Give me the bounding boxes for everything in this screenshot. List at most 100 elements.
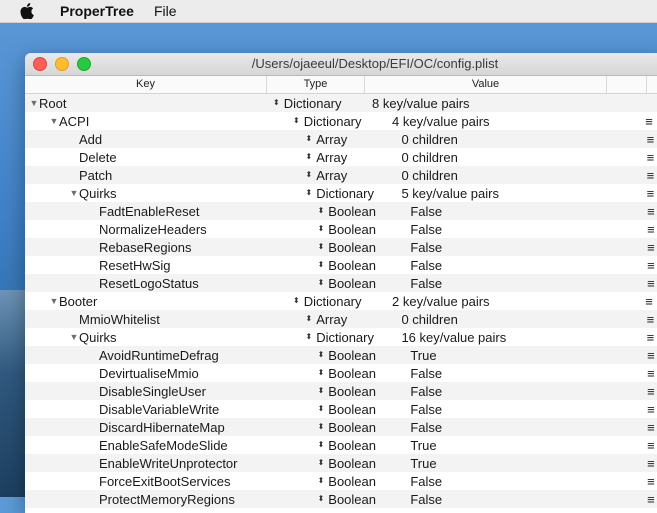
type-popup-arrows-icon[interactable]: ⬍: [318, 405, 325, 413]
type-popup-arrows-icon[interactable]: ⬍: [318, 441, 325, 449]
type-popup-arrows-icon[interactable]: ⬍: [305, 135, 312, 143]
type-cell[interactable]: ⬍ Boolean: [316, 204, 408, 219]
disclosure-triangle-icon[interactable]: ▼: [49, 116, 59, 126]
key-label[interactable]: EnableSafeModeSlide: [99, 438, 228, 453]
tree-row[interactable]: ▼ Quirks ⬍ Dictionary 5 key/value pairs ≡: [25, 184, 657, 202]
key-label[interactable]: Patch: [79, 168, 112, 183]
type-cell[interactable]: ⬍ Boolean: [316, 276, 408, 291]
tree-row[interactable]: ProtectMemoryRegions ⬍ Boolean False ≡: [25, 490, 657, 508]
value-cell[interactable]: 2 key/value pairs: [389, 294, 634, 309]
key-label[interactable]: NormalizeHeaders: [99, 222, 207, 237]
type-popup-arrows-icon[interactable]: ⬍: [318, 279, 325, 287]
type-cell[interactable]: ⬍ Boolean: [316, 222, 408, 237]
row-menu-icon[interactable]: ≡: [637, 492, 657, 507]
tree-row[interactable]: ▼ ACPI ⬍ Dictionary 4 key/value pairs ≡: [25, 112, 657, 130]
disclosure-triangle-icon[interactable]: ▼: [69, 332, 79, 342]
value-cell[interactable]: True: [407, 456, 637, 471]
value-cell[interactable]: False: [407, 276, 637, 291]
key-label[interactable]: DisableSingleUser: [99, 384, 206, 399]
value-cell[interactable]: 4 key/value pairs: [389, 114, 634, 129]
row-menu-icon[interactable]: ≡: [636, 168, 657, 183]
value-cell[interactable]: False: [407, 474, 637, 489]
key-label[interactable]: ResetHwSig: [99, 258, 171, 273]
value-cell[interactable]: True: [407, 348, 637, 363]
type-cell[interactable]: ⬍ Boolean: [316, 492, 408, 507]
type-popup-arrows-icon[interactable]: ⬍: [318, 477, 325, 485]
type-cell[interactable]: ⬍ Array: [303, 132, 398, 147]
row-menu-icon[interactable]: ≡: [636, 150, 657, 165]
row-menu-icon[interactable]: ≡: [634, 294, 657, 309]
tree-row[interactable]: DevirtualiseMmio ⬍ Boolean False ≡: [25, 364, 657, 382]
value-cell[interactable]: 5 key/value pairs: [398, 186, 635, 201]
value-cell[interactable]: 0 children: [398, 132, 635, 147]
key-label[interactable]: ACPI: [59, 114, 89, 129]
key-label[interactable]: RebaseRegions: [99, 240, 192, 255]
tree-row[interactable]: MmioWhitelist ⬍ Array 0 children ≡: [25, 310, 657, 328]
value-cell[interactable]: 16 key/value pairs: [398, 330, 635, 345]
type-popup-arrows-icon[interactable]: ⬍: [318, 495, 325, 503]
tree-row[interactable]: EnableWriteUnprotector ⬍ Boolean True ≡: [25, 454, 657, 472]
type-cell[interactable]: ⬍ Boolean: [316, 456, 408, 471]
type-popup-arrows-icon[interactable]: ⬍: [305, 189, 312, 197]
type-column-header[interactable]: Type: [267, 76, 365, 93]
value-cell[interactable]: 8 key/value pairs: [369, 96, 614, 111]
row-menu-icon[interactable]: ≡: [637, 222, 657, 237]
type-popup-arrows-icon[interactable]: ⬍: [318, 225, 325, 233]
key-label[interactable]: Quirks: [79, 186, 117, 201]
type-popup-arrows-icon[interactable]: ⬍: [305, 315, 312, 323]
key-label[interactable]: EnableWriteUnprotector: [99, 456, 238, 471]
row-menu-icon[interactable]: ≡: [637, 366, 657, 381]
type-cell[interactable]: ⬍ Dictionary: [291, 114, 389, 129]
type-cell[interactable]: ⬍ Array: [303, 150, 398, 165]
type-popup-arrows-icon[interactable]: ⬍: [318, 261, 325, 269]
disclosure-triangle-icon[interactable]: ▼: [69, 188, 79, 198]
tree-row[interactable]: ▼ Quirks ⬍ Dictionary 16 key/value pairs ≡: [25, 328, 657, 346]
type-cell[interactable]: ⬍ Array: [303, 312, 398, 327]
key-label[interactable]: Quirks: [79, 330, 117, 345]
tree-row[interactable]: ResetHwSig ⬍ Boolean False ≡: [25, 256, 657, 274]
type-cell[interactable]: ⬍ Array: [303, 168, 398, 183]
type-popup-arrows-icon[interactable]: ⬍: [318, 459, 325, 467]
apple-icon[interactable]: [20, 3, 34, 19]
value-cell[interactable]: False: [407, 492, 637, 507]
type-cell[interactable]: ⬍ Boolean: [316, 258, 408, 273]
type-cell[interactable]: ⬍ Boolean: [316, 348, 408, 363]
type-popup-arrows-icon[interactable]: ⬍: [318, 387, 325, 395]
tree-row[interactable]: DisableVariableWrite ⬍ Boolean False ≡: [25, 400, 657, 418]
type-popup-arrows-icon[interactable]: ⬍: [305, 153, 312, 161]
key-label[interactable]: Root: [39, 96, 66, 111]
close-window-button[interactable]: [33, 57, 47, 71]
tree-row[interactable]: DisableSingleUser ⬍ Boolean False ≡: [25, 382, 657, 400]
type-cell[interactable]: ⬍ Boolean: [316, 420, 408, 435]
tree-row[interactable]: Add ⬍ Array 0 children ≡: [25, 130, 657, 148]
tree-row[interactable]: RebaseRegions ⬍ Boolean False ≡: [25, 238, 657, 256]
row-menu-icon[interactable]: ≡: [637, 438, 657, 453]
key-column-header[interactable]: Key: [25, 76, 267, 93]
row-menu-icon[interactable]: ≡: [637, 456, 657, 471]
key-label[interactable]: ResetLogoStatus: [99, 276, 199, 291]
value-cell[interactable]: False: [407, 402, 637, 417]
key-label[interactable]: DevirtualiseMmio: [99, 366, 199, 381]
disclosure-triangle-icon[interactable]: ▼: [49, 296, 59, 306]
type-popup-arrows-icon[interactable]: ⬍: [318, 243, 325, 251]
row-menu-icon[interactable]: ≡: [637, 420, 657, 435]
type-cell[interactable]: ⬍ Dictionary: [303, 330, 398, 345]
app-name-menu[interactable]: ProperTree: [60, 3, 134, 19]
row-menu-icon[interactable]: ≡: [637, 348, 657, 363]
window-titlebar[interactable]: /Users/ojaeeul/Desktop/EFI/OC/config.pli…: [25, 53, 657, 76]
value-cell[interactable]: False: [407, 420, 637, 435]
type-popup-arrows-icon[interactable]: ⬍: [293, 117, 300, 125]
row-menu-icon[interactable]: ≡: [637, 240, 657, 255]
type-popup-arrows-icon[interactable]: ⬍: [318, 207, 325, 215]
tree-row[interactable]: DiscardHibernateMap ⬍ Boolean False ≡: [25, 418, 657, 436]
file-menu[interactable]: File: [154, 3, 177, 19]
type-popup-arrows-icon[interactable]: ⬍: [305, 171, 312, 179]
tree-row[interactable]: AvoidRuntimeDefrag ⬍ Boolean True ≡: [25, 346, 657, 364]
key-label[interactable]: DisableVariableWrite: [99, 402, 219, 417]
value-cell[interactable]: False: [407, 384, 637, 399]
tree-row[interactable]: Delete ⬍ Array 0 children ≡: [25, 148, 657, 166]
tree-row[interactable]: ResetLogoStatus ⬍ Boolean False ≡: [25, 274, 657, 292]
row-menu-icon[interactable]: ≡: [636, 186, 657, 201]
type-cell[interactable]: ⬍ Boolean: [316, 402, 408, 417]
key-label[interactable]: ProtectMemoryRegions: [99, 492, 235, 507]
